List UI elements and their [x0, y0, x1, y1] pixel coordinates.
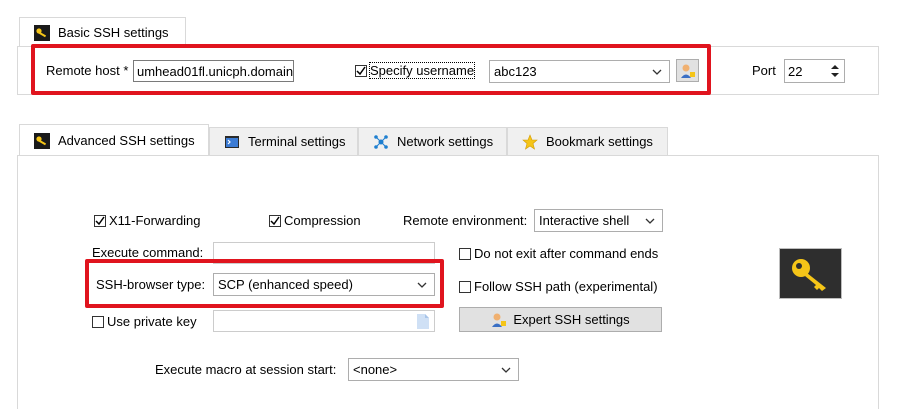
- key-icon: [34, 24, 50, 41]
- do-not-exit-checkbox[interactable]: Do not exit after command ends: [459, 246, 658, 261]
- follow-ssh-path-checkbox[interactable]: Follow SSH path (experimental): [459, 279, 658, 294]
- tab-label: Terminal settings: [248, 134, 346, 149]
- compression-label: Compression: [284, 213, 361, 228]
- compression-checkbox[interactable]: Compression: [269, 213, 361, 228]
- use-private-key-checkbox[interactable]: Use private key: [92, 314, 197, 329]
- user-icon: [492, 313, 507, 327]
- chevron-down-icon: [417, 282, 427, 288]
- execute-command-input[interactable]: [213, 242, 435, 264]
- checkbox-box: [92, 315, 104, 328]
- spinner-arrows-icon[interactable]: [830, 63, 840, 79]
- checkbox-box: [355, 64, 367, 77]
- execute-macro-select[interactable]: <none>: [348, 358, 519, 381]
- tab-label: Basic SSH settings: [58, 25, 169, 40]
- user-icon: [680, 64, 695, 78]
- tab-basic-ssh-settings[interactable]: Basic SSH settings: [19, 17, 186, 47]
- expert-ssh-settings-button[interactable]: Expert SSH settings: [459, 307, 662, 332]
- remote-environment-value: Interactive shell: [539, 213, 630, 228]
- remote-environment-select[interactable]: Interactive shell: [534, 209, 663, 232]
- chevron-down-icon: [501, 367, 511, 373]
- expert-ssh-settings-label: Expert SSH settings: [513, 312, 630, 327]
- chevron-down-icon: [652, 69, 662, 75]
- x11-forwarding-checkbox[interactable]: X11-Forwarding: [94, 213, 201, 228]
- do-not-exit-label: Do not exit after command ends: [474, 246, 659, 261]
- remote-host-label: Remote host *: [46, 63, 129, 78]
- port-spinner[interactable]: 22: [784, 59, 845, 83]
- remote-environment-label: Remote environment:: [403, 213, 528, 228]
- x11-forwarding-label: X11-Forwarding: [109, 213, 201, 228]
- terminal-icon: [225, 135, 239, 148]
- username-value: abc123: [494, 64, 537, 79]
- execute-macro-value: <none>: [353, 362, 398, 377]
- chevron-down-icon: [645, 218, 655, 224]
- private-key-input[interactable]: [213, 310, 435, 332]
- ssh-browser-type-label: SSH-browser type:: [96, 277, 206, 292]
- remote-host-value: umhead01fl.unicph.domain: [137, 63, 294, 79]
- checkbox-box: [269, 214, 281, 227]
- username-combobox[interactable]: abc123: [489, 60, 670, 83]
- port-label: Port: [752, 63, 776, 78]
- key-icon: [791, 258, 826, 291]
- check-icon: [270, 216, 280, 225]
- execute-macro-label: Execute macro at session start:: [155, 362, 337, 377]
- remote-host-input[interactable]: umhead01fl.unicph.domain: [133, 60, 294, 82]
- checkbox-box: [459, 247, 471, 260]
- ssh-browser-type-value: SCP (enhanced speed): [218, 277, 353, 292]
- tab-advanced-ssh-settings[interactable]: Advanced SSH settings: [19, 124, 209, 156]
- check-icon: [95, 216, 105, 225]
- tab-label: Network settings: [397, 134, 494, 149]
- ssh-browser-type-select[interactable]: SCP (enhanced speed): [213, 273, 435, 296]
- specify-username-checkbox[interactable]: Specify username: [355, 62, 476, 79]
- port-value: 22: [788, 63, 803, 79]
- check-icon: [356, 66, 366, 75]
- star-icon: [522, 133, 538, 150]
- follow-ssh-path-label: Follow SSH path (experimental): [474, 279, 658, 294]
- execute-command-label: Execute command:: [92, 245, 204, 260]
- specify-username-label: Specify username: [368, 62, 476, 79]
- checkbox-box: [94, 214, 106, 227]
- user-manager-button[interactable]: [676, 59, 699, 82]
- network-icon: [374, 134, 388, 149]
- ssh-key-logo: [779, 248, 842, 299]
- tab-label: Advanced SSH settings: [58, 133, 195, 148]
- key-icon: [34, 132, 50, 149]
- use-private-key-label: Use private key: [107, 314, 197, 329]
- tab-label: Bookmark settings: [546, 134, 653, 149]
- tab-terminal-settings[interactable]: Terminal settings: [209, 127, 358, 155]
- file-icon[interactable]: [417, 314, 429, 329]
- checkbox-box: [459, 280, 471, 293]
- tab-network-settings[interactable]: Network settings: [358, 127, 507, 155]
- tab-bookmark-settings[interactable]: Bookmark settings: [507, 127, 668, 155]
